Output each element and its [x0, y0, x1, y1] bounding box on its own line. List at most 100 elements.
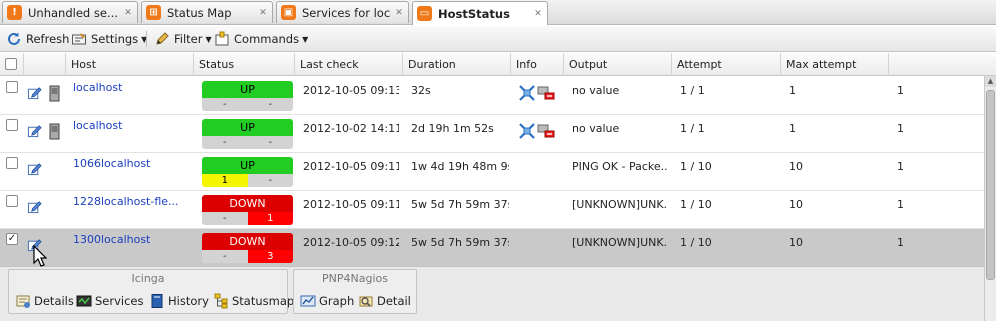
host-link[interactable]: 1066localhost: [73, 157, 183, 170]
status-label: UP: [202, 157, 293, 174]
row-checkbox[interactable]: [6, 119, 18, 131]
status-counter-right: -: [247, 174, 293, 187]
extra-value: 1: [897, 236, 904, 249]
select-all-checkbox[interactable]: [5, 58, 17, 70]
status-counters: - -: [202, 136, 293, 149]
table-row[interactable]: 1228localhost-fle... DOWN - 1 2012-10-05…: [0, 191, 984, 229]
last-check: 2012-10-02 14:11...: [303, 122, 399, 135]
table-row[interactable]: localhost UP - - 2012-10-05 09:13... 32s…: [0, 77, 984, 115]
col-output[interactable]: Output: [564, 53, 672, 76]
row-checkbox[interactable]: [6, 195, 18, 207]
col-attempt[interactable]: Attempt: [672, 53, 781, 76]
tab-services-for-localhost[interactable]: ▣ Services for localh ✕: [276, 1, 409, 23]
status-counter-right: -: [247, 98, 293, 111]
box-icon: ▣: [281, 5, 296, 20]
history-button[interactable]: History: [149, 292, 209, 310]
mouse-cursor-icon: [33, 245, 47, 267]
filter-button[interactable]: Filter ▼: [154, 30, 212, 48]
status-counters: - 1: [202, 212, 293, 225]
output: [UNKNOWN]UNK...: [572, 198, 668, 211]
status-counter-right: -: [247, 136, 293, 149]
host-link[interactable]: localhost: [73, 119, 183, 132]
network-icon[interactable]: [518, 122, 536, 140]
table-row[interactable]: localhost UP - - 2012-10-02 14:11... 2d …: [0, 115, 984, 153]
refresh-icon: [8, 32, 20, 45]
details-label: Details: [34, 294, 74, 308]
status-label: UP: [202, 81, 293, 98]
detail-label: Detail: [377, 294, 411, 308]
table-row[interactable]: ✓ 1300localhost DOWN - 3 2012-10-05 09:1…: [0, 229, 984, 267]
output: [UNKNOWN]UNK...: [572, 236, 668, 249]
commands-button[interactable]: Commands ▼: [214, 30, 308, 48]
table-row[interactable]: 1066localhost UP 1 - 2012-10-05 09:11...…: [0, 153, 984, 191]
scroll-up-icon[interactable]: ▲: [985, 76, 996, 87]
settings-label: Settings: [91, 32, 139, 46]
statusmap-button[interactable]: Statusmap: [213, 292, 294, 310]
status-badge: UP - -: [202, 119, 293, 149]
edit-icon[interactable]: [27, 123, 42, 138]
status-counters: - -: [202, 98, 293, 111]
attempt: 1 / 1: [680, 84, 705, 97]
duration: 5w 5d 7h 59m 37s: [411, 236, 509, 249]
refresh-button[interactable]: Refresh: [6, 30, 69, 48]
close-icon[interactable]: ✕: [123, 8, 133, 18]
duration: 32s: [411, 84, 431, 97]
col-max-attempt[interactable]: Max attempt: [781, 53, 889, 76]
status-counter-left: -: [202, 212, 248, 225]
col-status[interactable]: Status: [194, 53, 295, 76]
col-host[interactable]: Host: [66, 53, 194, 76]
edit-icon[interactable]: [27, 85, 42, 100]
chevron-down-icon: ▼: [302, 34, 309, 44]
close-icon[interactable]: ✕: [533, 9, 543, 19]
status-badge: UP 1 -: [202, 157, 293, 187]
statusmap-label: Statusmap: [232, 294, 295, 308]
attempt: 1 / 10: [680, 236, 712, 249]
detail-button[interactable]: Detail: [358, 292, 411, 310]
settings-button[interactable]: Settings ▼: [71, 30, 147, 48]
details-button[interactable]: Details: [15, 292, 74, 310]
close-icon[interactable]: ✕: [394, 8, 404, 18]
attempt: 1 / 10: [680, 198, 712, 211]
status-label: DOWN: [202, 195, 293, 212]
vertical-scrollbar[interactable]: ▲: [984, 76, 996, 321]
edit-icon[interactable]: [27, 161, 42, 176]
graph-icon: [300, 295, 316, 307]
services-button[interactable]: Services: [76, 292, 144, 310]
network-icon[interactable]: [518, 84, 536, 102]
extra-value: 1: [897, 84, 904, 97]
graph-button[interactable]: Graph: [300, 292, 354, 310]
tab-unhandled-services[interactable]: ! Unhandled se... ✕: [2, 1, 138, 23]
server-icon: [49, 85, 60, 102]
status-counter-right: 1: [247, 212, 293, 225]
col-duration[interactable]: Duration: [403, 53, 511, 76]
tab-label: Services for localh: [302, 5, 391, 20]
flag-icon[interactable]: [537, 84, 555, 102]
tab-host-status[interactable]: ▭ HostStatus ✕: [412, 1, 548, 25]
output: no value: [572, 122, 620, 135]
filter-label: Filter: [174, 32, 203, 46]
close-icon[interactable]: ✕: [258, 8, 268, 18]
host-status-icon: ▭: [417, 6, 432, 21]
status-label: UP: [202, 119, 293, 136]
row-checkbox[interactable]: [6, 157, 18, 169]
last-check: 2012-10-05 09:12...: [303, 236, 399, 249]
scrollbar-thumb[interactable]: [986, 90, 995, 280]
history-label: History: [168, 294, 209, 308]
detail-icon: [359, 296, 373, 307]
services-icon: [76, 295, 92, 307]
host-link[interactable]: localhost: [73, 81, 183, 94]
tab-bar: ! Unhandled se... ✕ ⊞ Status Map ✕ ▣ Ser…: [0, 0, 996, 25]
row-checkbox[interactable]: [6, 81, 18, 93]
duration: 1w 4d 19h 48m 9s: [411, 160, 509, 173]
tab-status-map[interactable]: ⊞ Status Map ✕: [141, 1, 273, 23]
icinga-group: Icinga Details Services History Statusma…: [8, 269, 294, 314]
flag-icon[interactable]: [537, 122, 555, 140]
edit-icon[interactable]: [27, 199, 42, 214]
status-counters: - 3: [202, 250, 293, 263]
host-link[interactable]: 1300localhost: [73, 233, 183, 246]
row-checkbox[interactable]: ✓: [6, 233, 18, 245]
col-last-check[interactable]: Last check: [295, 53, 403, 76]
select-all-cell: [0, 53, 24, 76]
col-info[interactable]: Info: [511, 53, 564, 76]
host-link[interactable]: 1228localhost-fle...: [73, 195, 183, 208]
